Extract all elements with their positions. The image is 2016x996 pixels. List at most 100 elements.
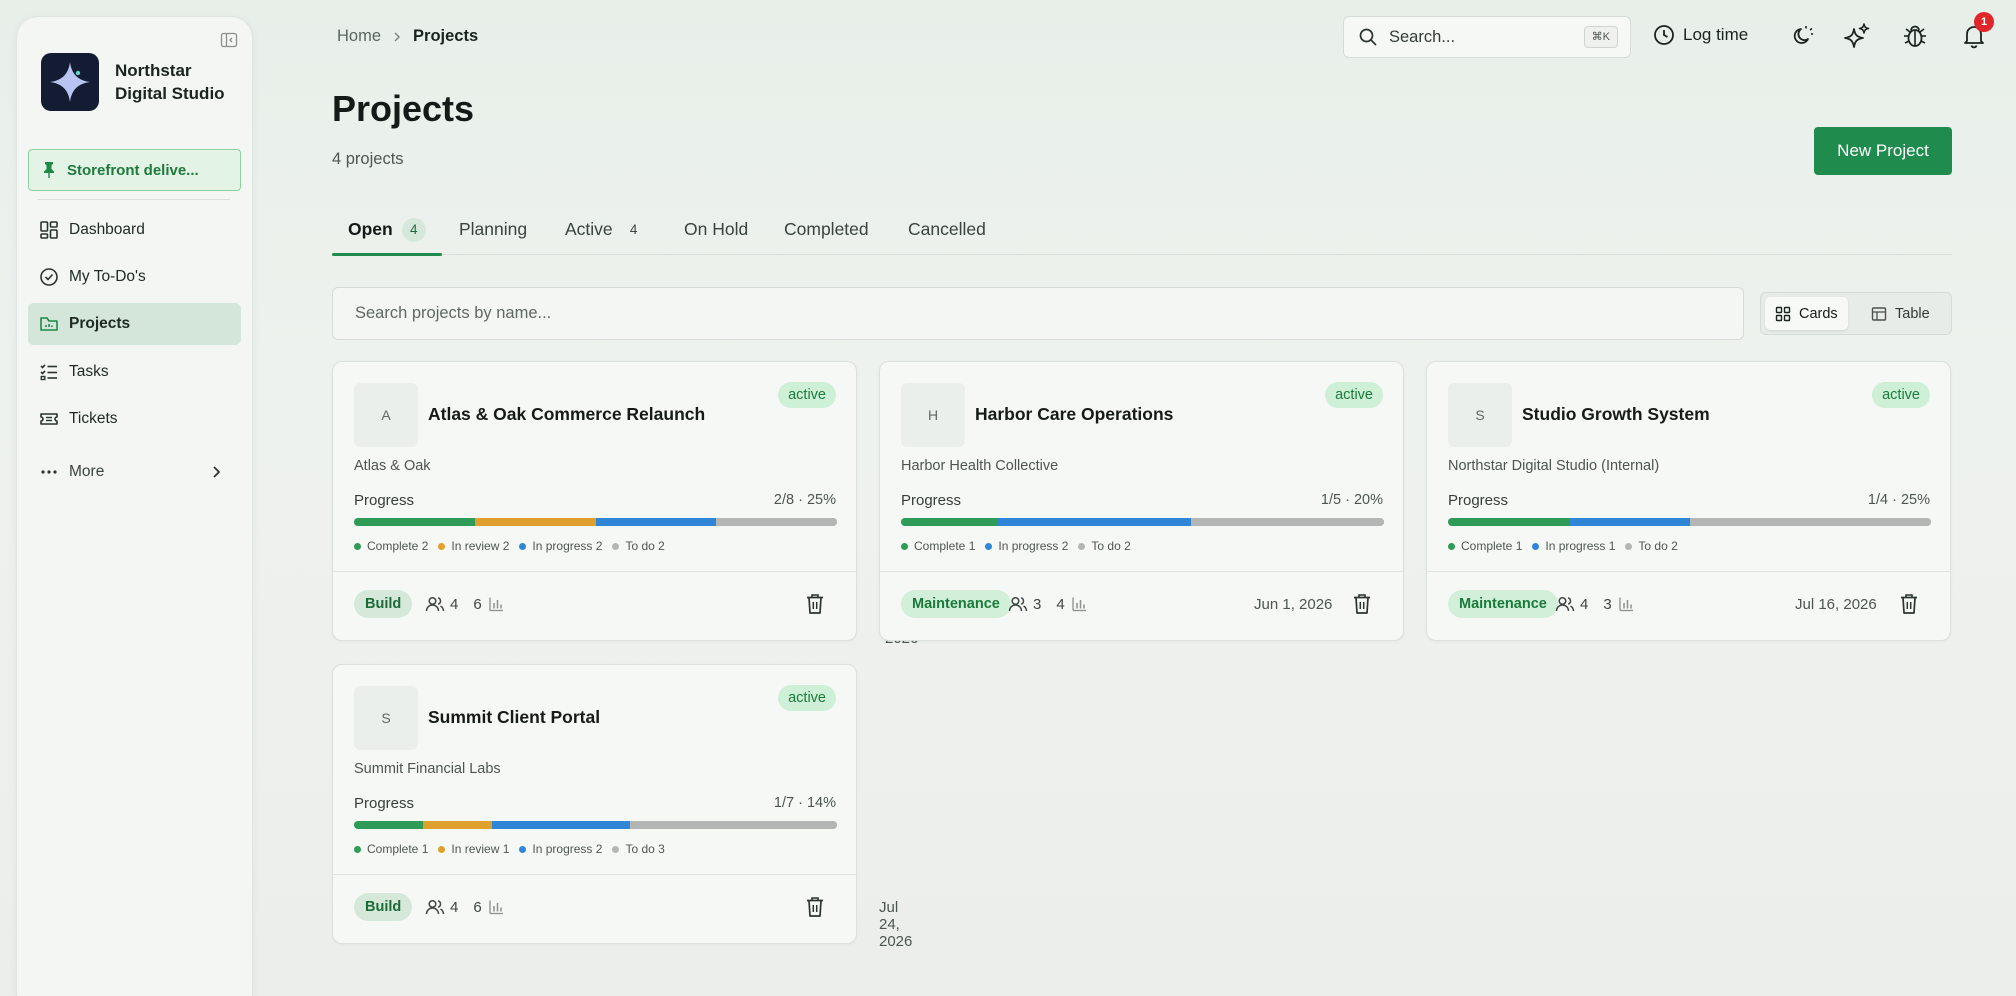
project-name[interactable]: Studio Growth System	[1522, 404, 1710, 425]
project-initial: S	[1475, 407, 1485, 423]
check-circle-icon	[40, 268, 58, 286]
member-count: 4	[450, 595, 459, 613]
project-name[interactable]: Summit Client Portal	[428, 707, 600, 728]
tab-cancelled[interactable]: Cancelled	[908, 213, 986, 255]
bar-chart-icon	[489, 900, 503, 915]
legend-item-in-review: In review 2	[438, 539, 509, 553]
dashboard-icon	[40, 221, 58, 239]
theme-toggle-icon[interactable]	[1787, 22, 1815, 50]
sidebar-item-tasks[interactable]: Tasks	[28, 351, 241, 393]
progress-value: 1/7 · 14%	[773, 795, 836, 811]
legend-label: Complete 1	[914, 539, 976, 553]
bar-chart-icon	[1072, 597, 1086, 612]
more-dots-icon	[41, 470, 57, 474]
legend-label: In progress 2	[998, 539, 1069, 553]
legend-dot	[519, 542, 527, 550]
legend-item-complete: Complete 1	[1448, 539, 1522, 553]
project-name[interactable]: Harbor Care Operations	[975, 404, 1173, 425]
sidebar-item-projects[interactable]: Projects	[28, 303, 241, 345]
card-divider	[1427, 571, 1950, 572]
progress-label: Progress	[354, 795, 415, 812]
project-meta: 4 3	[1555, 595, 1634, 613]
legend-label: Complete 1	[367, 842, 429, 856]
legend-item-todo: To do 2	[1078, 539, 1131, 553]
breadcrumb-home[interactable]: Home	[337, 27, 381, 46]
legend-label: To do 3	[625, 842, 665, 856]
project-name[interactable]: Atlas & Oak Commerce Relaunch	[428, 404, 705, 425]
progress-label: Progress	[901, 492, 962, 509]
delete-trash-icon[interactable]	[1351, 592, 1373, 616]
log-time-button[interactable]: Log time	[1653, 24, 1748, 46]
legend-dot	[354, 845, 361, 853]
tab-open[interactable]: Open 4	[332, 213, 442, 256]
legend-label: In progress 1	[1545, 539, 1616, 553]
progress-label: Progress	[354, 492, 415, 509]
legend-label: In review 2	[451, 539, 510, 553]
status-badge: active	[778, 685, 836, 711]
sidebar-item-more[interactable]: More	[28, 451, 241, 493]
view-cards-button[interactable]: Cards	[1765, 297, 1848, 330]
member-count: 3	[1033, 595, 1042, 613]
pinned-project[interactable]: Storefront delive...	[28, 149, 241, 191]
project-card[interactable]: S Studio Growth System active Northstar …	[1426, 361, 1951, 641]
legend-item-in-progress: In progress 2	[519, 539, 602, 553]
due-date: Jun 1, 2026	[1254, 596, 1333, 613]
legend-dot	[438, 845, 446, 853]
legend-item-in-progress: In progress 2	[985, 539, 1068, 553]
project-meta: 4 6	[425, 898, 504, 916]
legend-dot	[354, 542, 361, 550]
sidebar-item-tickets[interactable]: Tickets	[28, 398, 241, 440]
progress-segment-in-progress	[1568, 518, 1690, 526]
clock-icon	[1654, 25, 1674, 45]
tab-count: 4	[629, 222, 638, 237]
task-count: 6	[473, 898, 482, 916]
task-count: 4	[1056, 595, 1065, 613]
breadcrumb: Home Projects	[337, 27, 478, 46]
view-table-label: Table	[1895, 305, 1930, 322]
tab-planning[interactable]: Planning	[459, 213, 527, 255]
pin-icon	[44, 162, 54, 178]
project-avatar: A	[354, 383, 418, 447]
task-count: 6	[473, 595, 482, 613]
ai-sparkle-icon[interactable]	[1843, 22, 1871, 50]
legend-dot	[612, 845, 620, 853]
brand[interactable]: Northstar Digital Studio	[41, 53, 245, 111]
sidebar-collapse-icon[interactable]	[220, 31, 240, 51]
project-initial: A	[381, 407, 391, 423]
sidebar-item-label: Tasks	[69, 363, 109, 380]
status-tabs: Open 4 Planning Active 4 On Hold Complet…	[332, 213, 1952, 256]
notifications-bell-icon[interactable]: 1	[1960, 12, 1994, 50]
members-icon	[425, 899, 445, 915]
delete-trash-icon[interactable]	[1898, 592, 1920, 616]
search-placeholder: Search...	[1389, 27, 1456, 46]
sidebar-item-my-todos[interactable]: My To-Do's	[28, 256, 241, 298]
project-type-badge: Build	[354, 893, 413, 921]
global-search-input[interactable]: Search... ⌘K	[1343, 16, 1631, 58]
progress-segment-in-progress	[595, 518, 717, 526]
legend-dot	[1532, 542, 1540, 550]
project-avatar: H	[901, 383, 965, 447]
tab-on-hold[interactable]: On Hold	[684, 213, 748, 255]
legend-dot	[1625, 542, 1633, 550]
project-card[interactable]: A Atlas & Oak Commerce Relaunch active A…	[332, 361, 918, 647]
card-divider	[333, 874, 856, 875]
sidebar-item-dashboard[interactable]: Dashboard	[28, 209, 241, 251]
tasks-list-icon	[40, 364, 57, 381]
progress-value: 1/4 · 25%	[1867, 492, 1930, 508]
new-project-button[interactable]: New Project	[1814, 127, 1952, 175]
bar-chart-icon	[1619, 597, 1633, 612]
delete-trash-icon[interactable]	[804, 592, 826, 616]
view-table-button[interactable]: Table	[1861, 297, 1940, 330]
project-card[interactable]: H Harbor Care Operations active Harbor H…	[879, 361, 1404, 641]
tab-active[interactable]: Active 4	[565, 213, 646, 255]
project-card[interactable]: S Summit Client Portal active Summit Fin…	[332, 664, 912, 950]
card-divider	[333, 571, 856, 572]
bug-report-icon[interactable]	[1901, 22, 1929, 50]
delete-trash-icon[interactable]	[804, 895, 826, 919]
project-count: 4 projects	[332, 150, 404, 168]
legend-item-todo: To do 3	[612, 842, 665, 856]
project-search-input[interactable]: Search projects by name...	[332, 287, 1744, 340]
tab-label: Planning	[459, 219, 528, 239]
tab-completed[interactable]: Completed	[784, 213, 869, 255]
bar-chart-icon	[489, 597, 503, 612]
